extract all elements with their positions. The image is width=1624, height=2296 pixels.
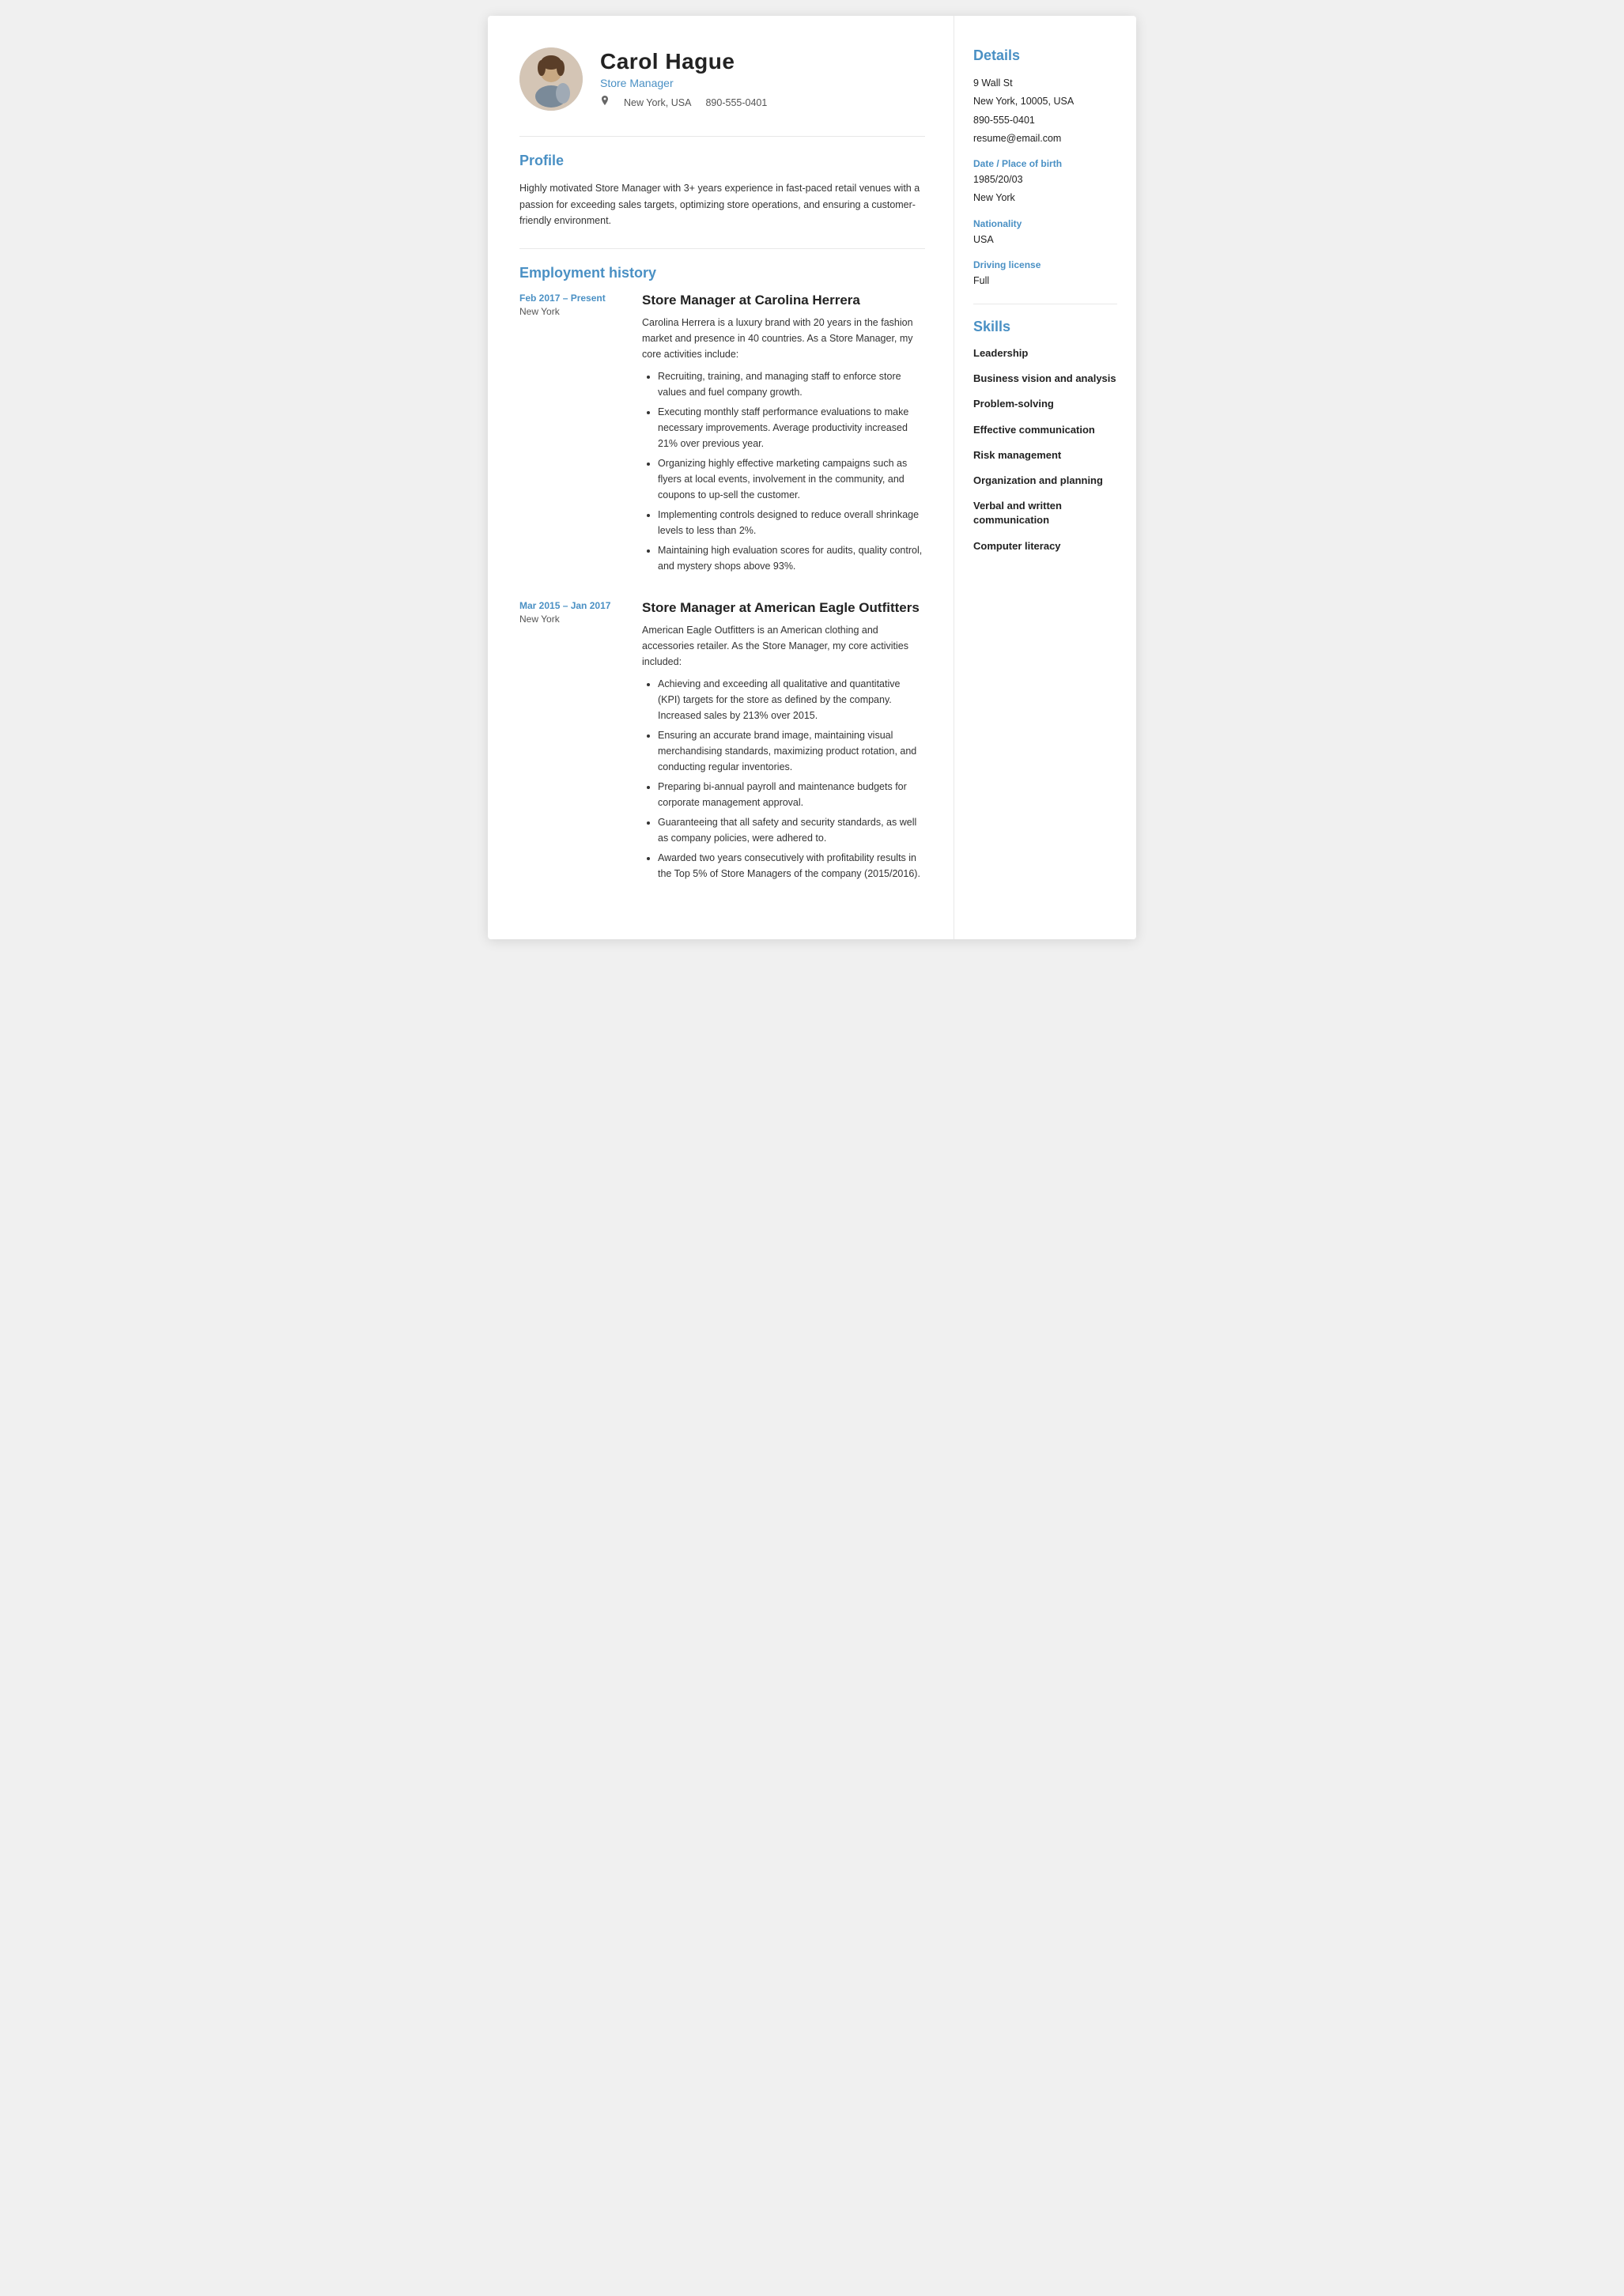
job-desc-2: American Eagle Outfitters is an American… [642, 622, 925, 670]
skill-5: Organization and planning [973, 474, 1117, 488]
bullet-2-1: Achieving and exceeding all qualitative … [658, 676, 925, 723]
skill-4: Risk management [973, 448, 1117, 463]
skill-3: Effective communication [973, 423, 1117, 437]
address-line1: 9 Wall St [973, 75, 1117, 92]
skill-2: Problem-solving [973, 397, 1117, 411]
job-desc-1: Carolina Herrera is a luxury brand with … [642, 315, 925, 362]
bullet-2-4: Guaranteeing that all safety and securit… [658, 814, 925, 846]
profile-section: Profile Highly motivated Store Manager w… [519, 153, 925, 229]
header-phone: 890-555-0401 [705, 97, 767, 108]
employment-section: Employment history Feb 2017 – Present Ne… [519, 265, 925, 886]
profile-divider [519, 248, 925, 249]
candidate-title: Store Manager [600, 77, 925, 89]
resume-container: Carol Hague Store Manager New York, USA … [488, 16, 1136, 939]
location-2: New York [519, 614, 626, 625]
sidebar-email: resume@email.com [973, 130, 1117, 147]
sidebar: Details 9 Wall St New York, 10005, USA 8… [954, 16, 1136, 939]
driving-label: Driving license [973, 259, 1117, 270]
bullet-2-3: Preparing bi-annual payroll and maintena… [658, 779, 925, 810]
candidate-name: Carol Hague [600, 49, 925, 74]
header-divider [519, 136, 925, 137]
sidebar-phone: 890-555-0401 [973, 112, 1117, 129]
nationality-label: Nationality [973, 218, 1117, 229]
bullet-list-2: Achieving and exceeding all qualitative … [642, 676, 925, 882]
dob-label: Date / Place of birth [973, 158, 1117, 169]
skill-6: Verbal and written communication [973, 499, 1117, 527]
header-info: Carol Hague Store Manager New York, USA … [600, 49, 925, 109]
employment-section-title: Employment history [519, 265, 925, 281]
skill-0: Leadership [973, 346, 1117, 361]
skill-1: Business vision and analysis [973, 372, 1117, 386]
details-title: Details [973, 47, 1117, 64]
bullet-1-2: Executing monthly staff performance eval… [658, 404, 925, 451]
pin-icon [600, 96, 610, 109]
driving-value: Full [973, 273, 1117, 289]
entry-date-2: Mar 2015 – Jan 2017 New York [519, 600, 626, 886]
skills-title: Skills [973, 319, 1117, 335]
entry-body-2: Store Manager at American Eagle Outfitte… [642, 600, 925, 886]
bullet-2-5: Awarded two years consecutively with pro… [658, 850, 925, 882]
main-content: Carol Hague Store Manager New York, USA … [488, 16, 954, 939]
location-1: New York [519, 306, 626, 317]
bullet-list-1: Recruiting, training, and managing staff… [642, 368, 925, 574]
dob-place: New York [973, 190, 1117, 206]
bullet-1-4: Implementing controls designed to reduce… [658, 507, 925, 538]
profile-text: Highly motivated Store Manager with 3+ y… [519, 180, 925, 229]
header-section: Carol Hague Store Manager New York, USA … [519, 47, 925, 111]
dob-value: 1985/20/03 [973, 172, 1117, 188]
employment-entry-2: Mar 2015 – Jan 2017 New York Store Manag… [519, 600, 925, 886]
bullet-2-2: Ensuring an accurate brand image, mainta… [658, 727, 925, 775]
nationality-value: USA [973, 232, 1117, 248]
bullet-1-5: Maintaining high evaluation scores for a… [658, 542, 925, 574]
skills-section: Skills Leadership Business vision and an… [973, 319, 1117, 553]
entry-body-1: Store Manager at Carolina Herrera Caroli… [642, 293, 925, 578]
skill-7: Computer literacy [973, 539, 1117, 553]
job-title-2: Store Manager at American Eagle Outfitte… [642, 600, 925, 616]
details-section: Details 9 Wall St New York, 10005, USA 8… [973, 47, 1117, 289]
entry-date-1: Feb 2017 – Present New York [519, 293, 626, 578]
bullet-1-1: Recruiting, training, and managing staff… [658, 368, 925, 400]
profile-section-title: Profile [519, 153, 925, 169]
address-line2: New York, 10005, USA [973, 93, 1117, 110]
header-location: New York, USA [624, 97, 691, 108]
bullet-1-3: Organizing highly effective marketing ca… [658, 455, 925, 503]
date-range-2: Mar 2015 – Jan 2017 [519, 600, 626, 611]
contact-line: New York, USA 890-555-0401 [600, 96, 925, 109]
avatar [519, 47, 583, 111]
employment-entry-1: Feb 2017 – Present New York Store Manage… [519, 293, 925, 578]
job-title-1: Store Manager at Carolina Herrera [642, 293, 925, 308]
date-range-1: Feb 2017 – Present [519, 293, 626, 304]
